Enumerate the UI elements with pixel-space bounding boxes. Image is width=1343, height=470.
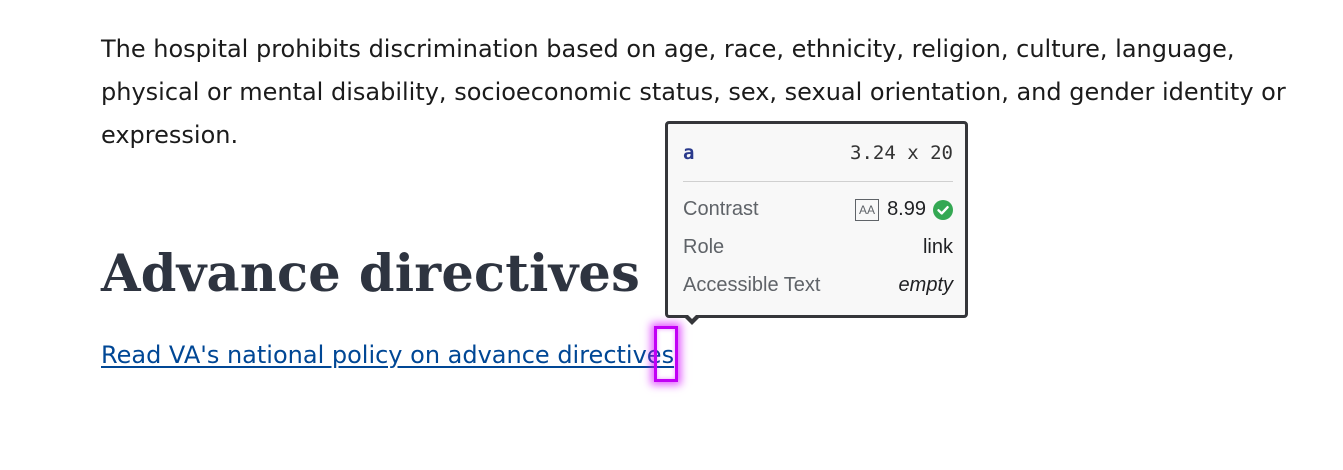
- element-tag-name: a: [683, 142, 695, 164]
- advance-directives-heading: Advance directives: [101, 244, 640, 304]
- aa-badge: AA: [855, 198, 880, 221]
- tooltip-header: a 3.24 x 20: [683, 142, 953, 166]
- role-label: Role: [683, 236, 725, 258]
- tooltip-divider: [683, 181, 953, 182]
- contrast-ratio: 8.99: [887, 198, 926, 220]
- inspected-element-highlight: [654, 326, 678, 382]
- role-value: link: [922, 236, 953, 258]
- contrast-label: Contrast: [683, 198, 759, 220]
- element-inspector-tooltip: a 3.24 x 20 Contrast AA 8.99 Role link A…: [665, 121, 968, 318]
- contrast-row: Contrast AA 8.99: [683, 198, 953, 226]
- accessible-text-value: empty: [898, 274, 953, 296]
- check-circle-icon: [933, 199, 953, 220]
- element-dimensions: 3.24 x 20: [850, 142, 953, 164]
- contrast-value-group: AA 8.99: [855, 198, 953, 221]
- role-row: Role link: [683, 236, 953, 264]
- accessible-text-row: Accessible Text empty: [683, 274, 953, 302]
- tooltip-pointer-inner: [684, 311, 700, 319]
- advance-directives-policy-link[interactable]: Read VA's national policy on advance dir…: [101, 338, 674, 372]
- accessible-text-label: Accessible Text: [683, 274, 821, 296]
